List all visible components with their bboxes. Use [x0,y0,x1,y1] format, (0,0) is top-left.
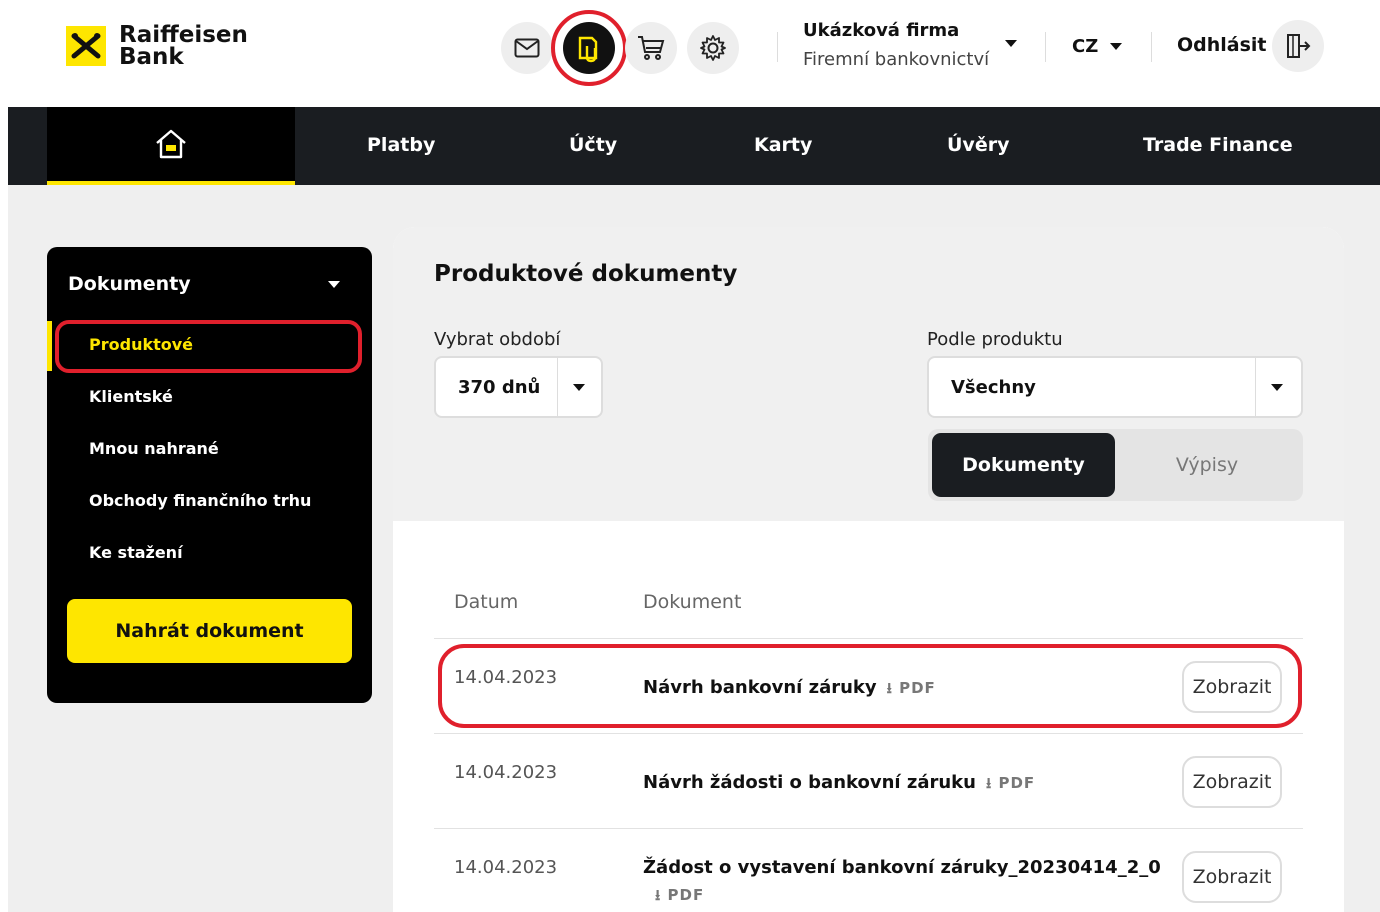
logout-link[interactable]: Odhlásit [1177,34,1267,56]
documents-panel: Produktové dokumenty Vybrat období 370 d… [393,227,1344,912]
sidebar-item-klientske[interactable]: Klientské [89,387,173,406]
show-button[interactable]: Zobrazit [1182,851,1282,903]
mail-icon [514,38,540,58]
brand-name: Raiffeisen Bank [119,22,248,70]
product-value: Všechny [951,377,1036,398]
row-highlight [438,644,1302,728]
upload-document-button[interactable]: Nahrát dokument [67,599,352,663]
settings-icon [700,35,726,61]
nav-item-uvery[interactable]: Úvěry [947,134,1009,156]
header-divider [777,32,778,62]
main-navigation: Platby Účty Karty Úvěry Trade Finance [8,107,1380,185]
chevron-down-icon [1110,43,1123,50]
row-divider [434,638,1303,639]
product-label: Podle produktu [927,329,1063,350]
period-select[interactable]: 370 dnů [434,356,603,418]
top-header: Raiffeisen Bank Ukázková firma Firemní b… [0,0,1380,107]
page-title: Produktové dokumenty [434,261,738,287]
sidebar-item-mnou-nahrane[interactable]: Mnou nahrané [89,439,219,458]
logout-icon [1287,34,1311,58]
sidebar-highlight [55,320,362,373]
language-selector[interactable]: CZ [1072,36,1123,57]
select-divider [1255,358,1256,416]
home-icon [156,129,186,159]
header-divider [1045,32,1046,62]
row-divider [434,828,1303,829]
documents-sidebar: Dokumenty Produktové Klientské Mnou nahr… [47,247,372,703]
active-indicator [47,321,52,371]
language-label: CZ [1072,36,1099,57]
column-header-date: Datum [454,591,519,613]
download-icon: ⭳ [655,886,662,904]
nav-item-trade-finance[interactable]: Trade Finance [1143,134,1293,156]
nav-item-ucty[interactable]: Účty [569,134,617,156]
documents-statements-toggle: Dokumenty Výpisy [928,429,1303,501]
sidebar-item-ke-stazeni[interactable]: Ke stažení [89,543,183,562]
period-label: Vybrat období [434,329,561,350]
pdf-download-link[interactable]: ⭳ PDF [655,886,704,904]
table-row-document[interactable]: Žádost o vystavení bankovní záruky_20230… [643,854,1163,909]
company-subtitle: Firemní bankovnictví [803,49,990,70]
messages-button[interactable] [501,22,553,74]
tab-vypisy[interactable]: Výpisy [1115,433,1299,497]
documents-highlight [551,10,627,86]
logout-button[interactable] [1272,20,1324,72]
company-name: Ukázková firma [803,20,960,41]
document-title[interactable]: Žádost o vystavení bankovní záruky_20230… [643,857,1161,878]
nav-home[interactable] [47,107,295,185]
sidebar-item-obchody-financniho-trhu[interactable]: Obchody finančního trhu [89,491,311,510]
company-selector[interactable]: Ukázková firma Firemní bankovnictví [803,20,989,70]
sidebar-title[interactable]: Dokumenty [68,273,191,295]
product-select[interactable]: Všechny [927,356,1303,418]
chevron-down-icon [1271,384,1283,391]
pdf-label: PDF [667,886,705,904]
tab-dokumenty[interactable]: Dokumenty [932,433,1115,497]
nav-item-platby[interactable]: Platby [367,134,435,156]
show-button[interactable]: Zobrazit [1182,756,1282,808]
table-row-date: 14.04.2023 [454,857,558,878]
table-row-date: 14.04.2023 [454,762,558,783]
pdf-label: PDF [998,774,1036,792]
table-row-document[interactable]: Návrh žádosti o bankovní záruku ⭳ PDF [643,772,1035,798]
nav-item-karty[interactable]: Karty [754,134,812,156]
cart-button[interactable] [625,22,677,74]
chevron-down-icon[interactable] [328,281,340,288]
cart-icon [638,36,665,60]
select-divider [557,358,558,416]
raiffeisen-logo[interactable]: Raiffeisen Bank [66,22,248,70]
download-icon: ⭳ [985,774,993,792]
column-header-document: Dokument [643,591,742,613]
period-value: 370 dnů [458,377,541,398]
chevron-down-icon [573,384,585,391]
header-divider [1151,32,1152,62]
chevron-down-icon[interactable] [1005,40,1017,47]
settings-button[interactable] [687,22,739,74]
document-title[interactable]: Návrh žádosti o bankovní záruku [643,772,976,793]
raiffeisen-gable-icon [66,26,106,66]
pdf-download-link[interactable]: ⭳ PDF [986,774,1035,792]
row-divider [434,733,1303,734]
